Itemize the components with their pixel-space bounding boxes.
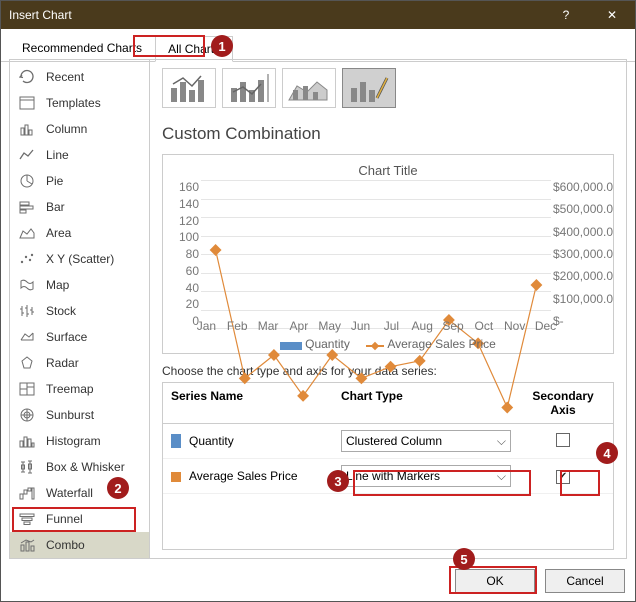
sidebar-item-surface[interactable]: Surface <box>10 324 149 350</box>
cancel-button[interactable]: Cancel <box>545 569 625 593</box>
x-axis-labels: JanFebMarAprMayJunJulAugSepOctNovDec <box>191 319 561 333</box>
sidebar-item-label: Area <box>46 226 71 240</box>
dialog-footer: OK Cancel <box>455 569 625 593</box>
subtype-stacked-area-column[interactable] <box>282 68 336 108</box>
templates-icon <box>18 95 36 111</box>
bar-icon <box>18 199 36 215</box>
scatter-icon <box>18 251 36 267</box>
subtype-heading: Custom Combination <box>162 124 614 144</box>
sidebar-item-bar[interactable]: Bar <box>10 194 149 220</box>
sidebar-item-label: X Y (Scatter) <box>46 252 114 266</box>
sidebar-item-label: Line <box>46 148 69 162</box>
sidebar-item-column[interactable]: Column <box>10 116 149 142</box>
chart-legend: Quantity Average Sales Price <box>163 337 613 351</box>
chart-title: Chart Title <box>173 163 603 178</box>
sidebar-item-label: Sunburst <box>46 408 94 422</box>
help-button[interactable]: ? <box>543 1 589 29</box>
pie-icon <box>18 173 36 189</box>
main-panel: Custom Combination Chart Title 160 140 1… <box>150 60 626 558</box>
insert-chart-dialog: 1 2 3 4 5 Insert Chart ? ✕ Recommended C… <box>0 0 636 602</box>
funnel-icon <box>18 511 36 527</box>
sidebar-item-scatter[interactable]: X Y (Scatter) <box>10 246 149 272</box>
sidebar-item-label: Column <box>46 122 87 136</box>
sidebar-item-label: Radar <box>46 356 79 370</box>
tab-recommended-charts[interactable]: Recommended Charts <box>9 35 155 61</box>
radar-icon <box>18 355 36 371</box>
stock-icon <box>18 303 36 319</box>
map-icon <box>18 277 36 293</box>
sidebar-item-label: Histogram <box>46 434 101 448</box>
sidebar-item-label: Waterfall <box>46 486 93 500</box>
sidebar-item-box-whisker[interactable]: Box & Whisker <box>10 454 149 480</box>
tab-strip: Recommended Charts All Charts <box>1 29 635 62</box>
content-area: Recent Templates Column Line Pie Bar Are… <box>9 59 627 559</box>
y-axis-right: $600,000.0 $500,000.0 $400,000.0 $300,00… <box>553 180 611 328</box>
chart-category-sidebar: Recent Templates Column Line Pie Bar Are… <box>10 60 150 558</box>
waterfall-icon <box>18 485 36 501</box>
sidebar-item-label: Map <box>46 278 69 292</box>
y-axis-left: 160 140 120 100 80 60 40 20 0 <box>173 180 199 328</box>
box-whisker-icon <box>18 459 36 475</box>
sidebar-item-label: Bar <box>46 200 65 214</box>
sidebar-item-label: Templates <box>46 96 101 110</box>
sidebar-item-pie[interactable]: Pie <box>10 168 149 194</box>
sidebar-item-label: Combo <box>46 538 85 552</box>
treemap-icon <box>18 381 36 397</box>
series-swatch-quantity <box>171 434 181 448</box>
column-icon <box>18 121 36 137</box>
legend-swatch-quantity <box>280 342 302 350</box>
sidebar-item-line[interactable]: Line <box>10 142 149 168</box>
secondary-axis-checkbox-avg-price[interactable] <box>556 470 570 484</box>
sidebar-item-label: Treemap <box>46 382 94 396</box>
line-series <box>201 180 551 530</box>
close-button[interactable]: ✕ <box>589 1 635 29</box>
sidebar-item-stock[interactable]: Stock <box>10 298 149 324</box>
sidebar-item-histogram[interactable]: Histogram <box>10 428 149 454</box>
window-title: Insert Chart <box>9 8 543 22</box>
titlebar: Insert Chart ? ✕ <box>1 1 635 29</box>
recent-icon <box>18 69 36 85</box>
subtype-clustered-column-line[interactable] <box>162 68 216 108</box>
subtype-custom-combination[interactable] <box>342 68 396 108</box>
line-icon <box>18 147 36 163</box>
surface-icon <box>18 329 36 345</box>
sidebar-item-label: Funnel <box>46 512 83 526</box>
series-swatch-avg-price <box>171 472 181 482</box>
chart-preview: Chart Title 160 140 120 100 80 60 40 20 … <box>162 154 614 354</box>
sidebar-item-waterfall[interactable]: Waterfall <box>10 480 149 506</box>
sidebar-item-radar[interactable]: Radar <box>10 350 149 376</box>
sidebar-item-map[interactable]: Map <box>10 272 149 298</box>
subtype-clustered-column-line-secondary[interactable] <box>222 68 276 108</box>
sidebar-item-area[interactable]: Area <box>10 220 149 246</box>
histogram-icon <box>18 433 36 449</box>
sidebar-item-templates[interactable]: Templates <box>10 90 149 116</box>
sidebar-item-combo[interactable]: Combo <box>10 532 149 558</box>
sidebar-item-treemap[interactable]: Treemap <box>10 376 149 402</box>
sunburst-icon <box>18 407 36 423</box>
sidebar-item-funnel[interactable]: Funnel <box>10 506 149 532</box>
sidebar-item-sunburst[interactable]: Sunburst <box>10 402 149 428</box>
sidebar-item-recent[interactable]: Recent <box>10 64 149 90</box>
area-icon <box>18 225 36 241</box>
chart-plot-area: 160 140 120 100 80 60 40 20 0 $600,000.0… <box>201 180 551 328</box>
ok-button[interactable]: OK <box>455 569 535 593</box>
combo-subtype-row <box>162 68 614 108</box>
sidebar-item-label: Recent <box>46 70 84 84</box>
secondary-axis-checkbox-quantity[interactable] <box>556 433 570 447</box>
combo-icon <box>18 537 36 553</box>
sidebar-item-label: Box & Whisker <box>46 460 125 474</box>
sidebar-item-label: Stock <box>46 304 76 318</box>
legend-swatch-avg-price <box>366 345 384 347</box>
sidebar-item-label: Surface <box>46 330 87 344</box>
sidebar-item-label: Pie <box>46 174 63 188</box>
